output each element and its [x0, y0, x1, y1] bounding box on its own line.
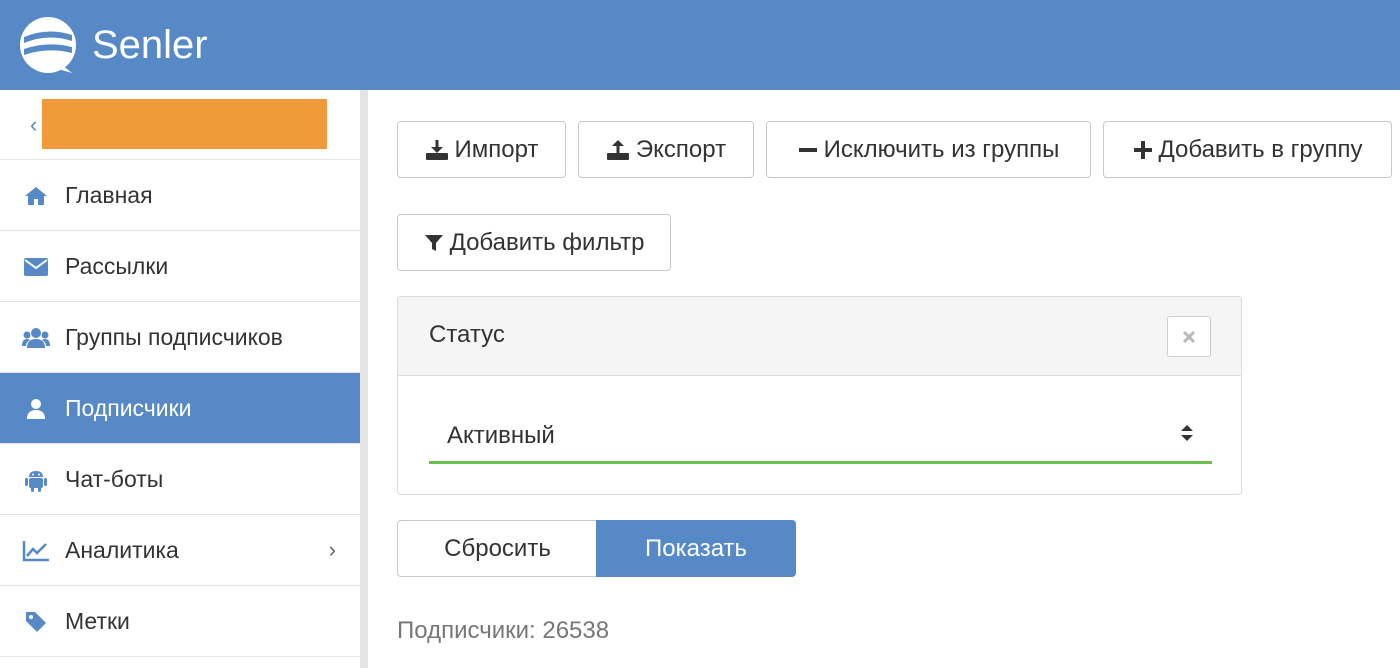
- sidebar-item-tags[interactable]: Метки: [0, 586, 360, 657]
- sidebar-item-subscriber-groups[interactable]: Группы подписчиков: [0, 302, 360, 373]
- filter-header: Статус: [398, 297, 1241, 376]
- senler-logo-icon[interactable]: [18, 15, 78, 75]
- android-icon: [22, 466, 50, 494]
- sidebar-item-chatbots[interactable]: Чат-боты: [0, 444, 360, 515]
- sidebar-item-label: Метки: [65, 608, 130, 634]
- export-button[interactable]: Экспорт: [578, 121, 754, 178]
- project-name-redacted: [42, 99, 327, 149]
- sidebar-item-label: Рассылки: [65, 253, 169, 279]
- sort-arrows-icon: [1181, 425, 1193, 441]
- sidebar-item-analytics[interactable]: Аналитика ›: [0, 515, 360, 586]
- app-name[interactable]: Senler: [92, 20, 208, 70]
- filter-icon: [424, 234, 443, 251]
- reset-button[interactable]: Сбросить: [397, 520, 597, 577]
- show-button[interactable]: Показать: [596, 520, 796, 577]
- status-filter-panel: Статус Активный: [397, 296, 1242, 495]
- sidebar: ‹ Главная Рассылки Группы подписчиков По…: [0, 90, 360, 668]
- filter-title: Статус: [429, 321, 505, 348]
- chevron-left-icon[interactable]: ‹: [30, 112, 37, 138]
- upload-icon: [606, 139, 629, 160]
- add-label: Добавить в группу: [1158, 135, 1363, 163]
- add-filter-button[interactable]: Добавить фильтр: [397, 214, 671, 271]
- add-filter-label: Добавить фильтр: [449, 228, 645, 256]
- plus-icon: [1133, 140, 1152, 159]
- download-icon: [425, 139, 448, 160]
- home-icon: [22, 182, 50, 210]
- top-bar: Senler: [0, 0, 1400, 90]
- status-select-value: Активный: [447, 422, 555, 449]
- sidebar-item-label: Группы подписчиков: [65, 324, 283, 350]
- sidebar-item-label: Главная: [65, 182, 153, 208]
- exclude-label: Исключить из группы: [823, 135, 1060, 163]
- add-to-group-button[interactable]: Добавить в группу: [1103, 121, 1392, 178]
- sidebar-item-label: Чат-боты: [65, 466, 164, 492]
- sidebar-item-subscribers[interactable]: Подписчики: [0, 373, 360, 444]
- status-select[interactable]: Активный: [429, 402, 1212, 464]
- sidebar-scrollbar[interactable]: [360, 90, 368, 668]
- sidebar-item-label: Подписчики: [65, 395, 192, 421]
- users-icon: [22, 324, 50, 352]
- export-label: Экспорт: [635, 135, 727, 163]
- import-label: Импорт: [454, 135, 539, 163]
- sidebar-item-label: Аналитика: [65, 537, 179, 563]
- project-selector[interactable]: ‹: [0, 90, 360, 160]
- sidebar-item-mailings[interactable]: Рассылки: [0, 231, 360, 302]
- sidebar-item-home[interactable]: Главная: [0, 160, 360, 231]
- exclude-from-group-button[interactable]: Исключить из группы: [766, 121, 1091, 178]
- close-icon: [1182, 330, 1196, 343]
- import-button[interactable]: Импорт: [397, 121, 566, 178]
- line-chart-icon: [22, 537, 50, 565]
- subscriber-count: Подписчики: 26538: [397, 617, 610, 644]
- chevron-right-icon: ›: [328, 537, 336, 562]
- remove-filter-button[interactable]: [1167, 316, 1211, 357]
- user-icon: [22, 395, 50, 423]
- tag-icon: [22, 608, 50, 636]
- envelope-icon: [22, 253, 50, 281]
- minus-icon: [798, 147, 817, 152]
